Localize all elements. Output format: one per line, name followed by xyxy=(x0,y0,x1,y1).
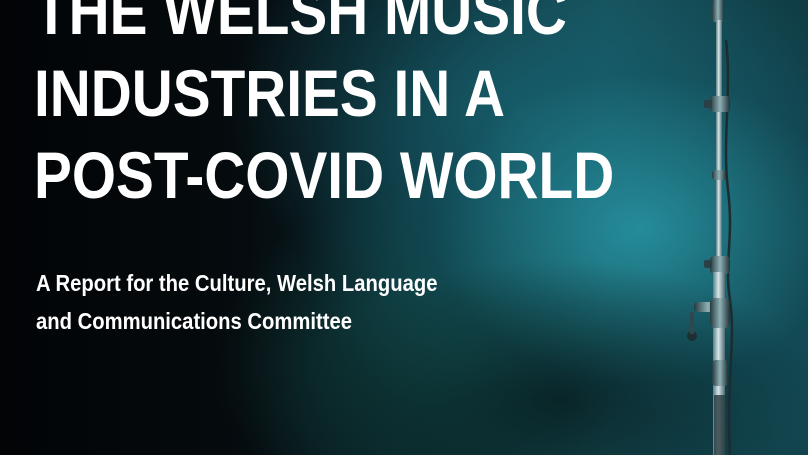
subtitle-line-1: A Report for the Culture, Welsh Language xyxy=(36,270,438,296)
report-cover: THE WELSH MUSIC INDUSTRIES IN A POST-COV… xyxy=(0,0,808,455)
title-line-2: INDUSTRIES IN A xyxy=(34,56,505,130)
title-line-1: THE WELSH MUSIC xyxy=(34,0,567,48)
title-line-3: POST-COVID WORLD xyxy=(34,138,615,212)
report-subtitle: A Report for the Culture, Welsh Language… xyxy=(36,264,437,340)
microphone-stand-icon xyxy=(687,0,734,455)
subtitle-line-2: and Communications Committee xyxy=(36,308,353,334)
report-title: THE WELSH MUSIC INDUSTRIES IN A POST-COV… xyxy=(34,0,615,216)
